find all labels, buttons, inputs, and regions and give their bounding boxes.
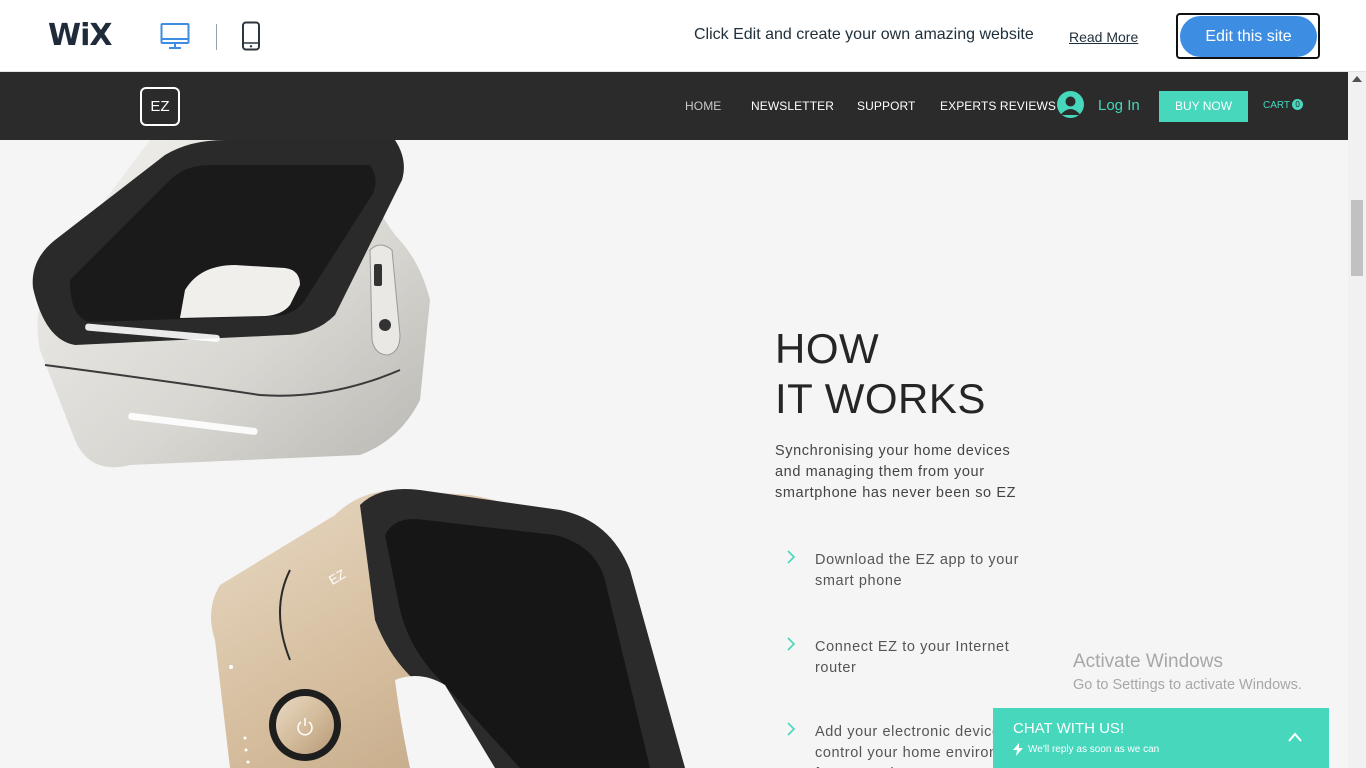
- section-description: Synchronising your home devices and mana…: [775, 443, 1017, 501]
- watermark-subtitle: Go to Settings to activate Windows.: [1073, 677, 1302, 693]
- title-line-1: HOW: [775, 325, 880, 372]
- chat-widget[interactable]: CHAT WITH US! We'll reply as soon as we …: [993, 708, 1329, 768]
- promo-text: Click Edit and create your own amazing w…: [694, 26, 1034, 43]
- title-line-2: IT WORKS: [775, 375, 986, 422]
- device-separator: [216, 24, 217, 50]
- edit-site-button[interactable]: Edit this site: [1180, 16, 1317, 57]
- nav-support[interactable]: SUPPORT: [857, 99, 916, 113]
- chat-title: CHAT WITH US!: [1013, 720, 1125, 737]
- user-avatar-icon[interactable]: [1057, 91, 1084, 118]
- wix-logo[interactable]: WiX: [48, 18, 113, 53]
- lightning-icon: [1013, 743, 1023, 756]
- step-text: Connect EZ to your Internet router: [815, 639, 1010, 676]
- nav-home[interactable]: HOME: [685, 99, 721, 113]
- login-link[interactable]: Log In: [1098, 97, 1140, 114]
- chevron-right-icon: [787, 550, 796, 564]
- scroll-up-arrow-icon[interactable]: [1352, 76, 1362, 82]
- ez-logo[interactable]: EZ: [140, 87, 180, 126]
- nav-newsletter[interactable]: NEWSLETTER: [751, 99, 834, 113]
- site-header: EZ HOME NEWSLETTER SUPPORT EXPERTS REVIE…: [0, 72, 1348, 140]
- page-scrollbar[interactable]: [1348, 72, 1366, 768]
- chevron-right-icon: [787, 637, 796, 651]
- chat-subtitle: We'll reply as soon as we can: [1028, 744, 1160, 755]
- buy-now-button[interactable]: BUY NOW: [1159, 91, 1248, 122]
- scrollbar-thumb[interactable]: [1351, 200, 1363, 276]
- mobile-view-icon[interactable]: [241, 21, 261, 51]
- chevron-up-icon[interactable]: [1287, 731, 1303, 743]
- product-image: EZ: [32, 140, 685, 768]
- desktop-view-icon[interactable]: [160, 21, 190, 51]
- step-text: Download the EZ app to your smart phone: [815, 552, 1020, 589]
- nav-experts-reviews[interactable]: EXPERTS REVIEWS: [940, 99, 1056, 113]
- activate-windows-watermark: Activate Windows Go to Settings to activ…: [1073, 651, 1302, 693]
- cart-label: CART: [1263, 100, 1291, 111]
- watermark-title: Activate Windows: [1073, 651, 1223, 672]
- wix-top-bar: WiX Click Edit and create your own amazi…: [0, 0, 1366, 72]
- section-title: HOW IT WORKS: [775, 324, 986, 424]
- chevron-right-icon: [787, 722, 796, 736]
- read-more-link[interactable]: Read More: [1069, 29, 1138, 45]
- cart-count-badge: 0: [1292, 99, 1304, 110]
- cart-link[interactable]: CART 0: [1263, 99, 1304, 111]
